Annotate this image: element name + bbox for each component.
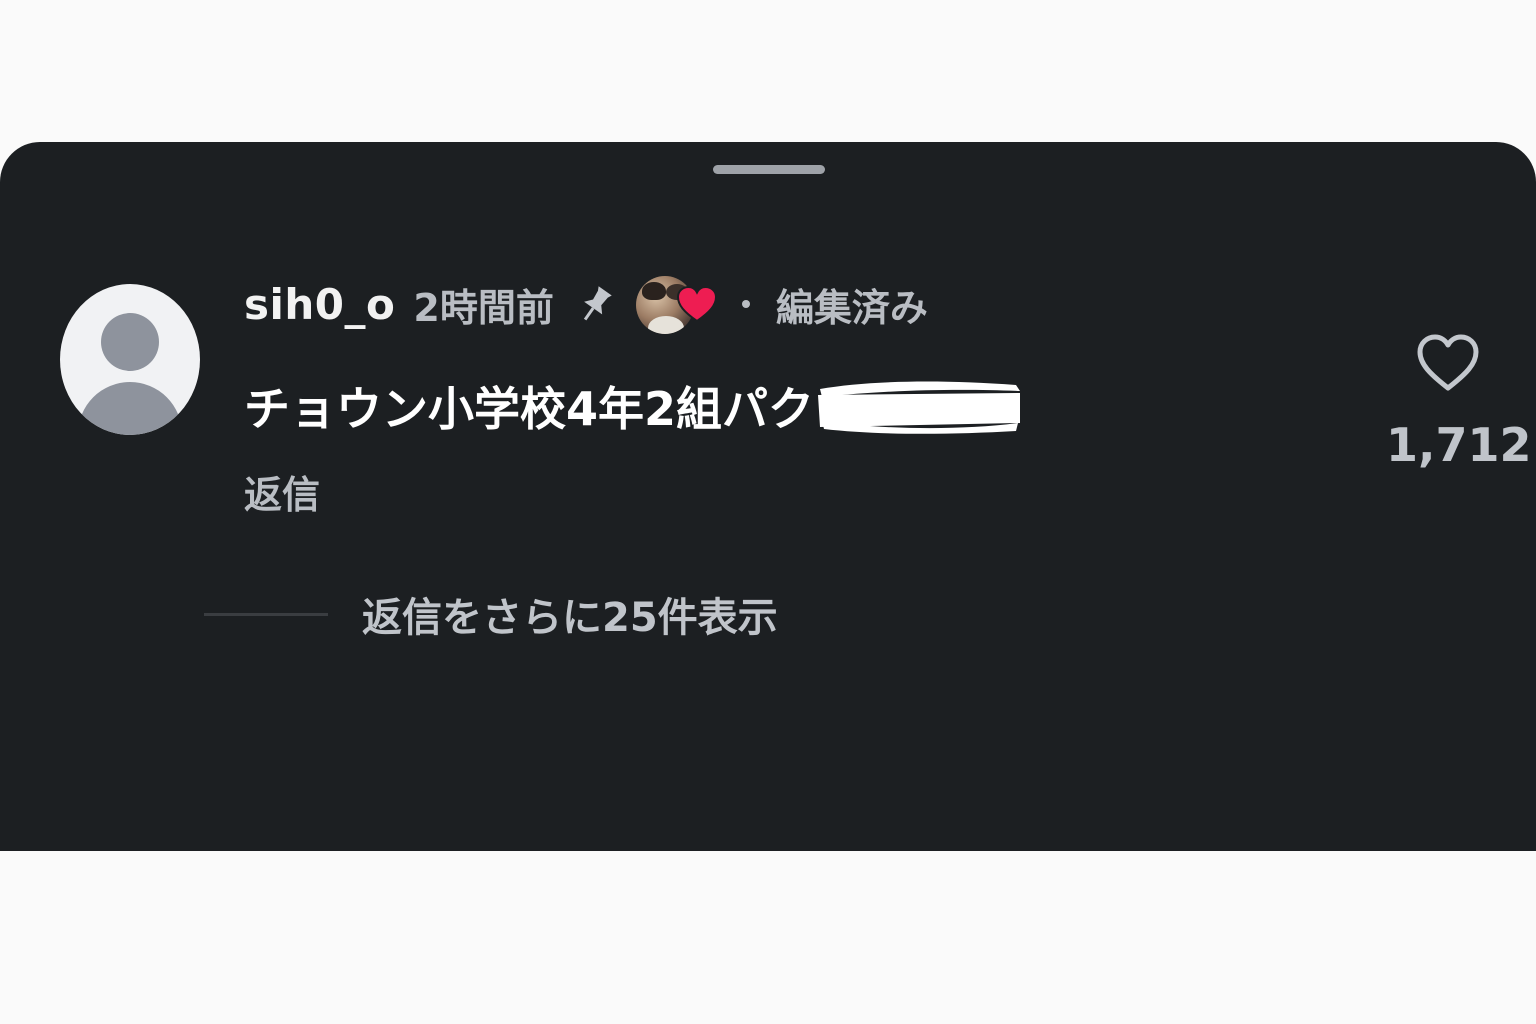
redaction-scribble bbox=[816, 377, 1022, 435]
comment-meta: sih0_o 2時間前 編集済み bbox=[244, 270, 928, 338]
timestamp: 2時間前 bbox=[413, 285, 554, 330]
avatar-body bbox=[78, 382, 182, 435]
heart-icon[interactable] bbox=[1416, 332, 1480, 396]
drag-handle[interactable] bbox=[713, 165, 825, 174]
heart-badge-icon bbox=[676, 284, 718, 326]
separator-dot bbox=[741, 300, 750, 308]
comment-text: チョウン小学校4年2組パク bbox=[244, 382, 815, 436]
edited-label: 編集済み bbox=[775, 285, 928, 330]
view-more-replies-label[interactable]: 返信をさらに25件表示 bbox=[362, 585, 778, 643]
reply-button[interactable]: 返信 bbox=[244, 464, 320, 519]
comment-body: チョウン小学校4年2組パク bbox=[244, 370, 1022, 442]
like-area: 1,712 bbox=[1386, 332, 1532, 482]
user-avatar[interactable] bbox=[60, 284, 200, 435]
page: sih0_o 2時間前 編集済み チョウン小学校4年2組パク 返信 返信をさらに… bbox=[0, 0, 1536, 1024]
view-more-replies[interactable]: 返信をさらに25件表示 bbox=[204, 584, 778, 644]
replies-divider bbox=[204, 612, 328, 616]
like-count: 1,712 bbox=[1386, 418, 1532, 472]
comments-sheet: sih0_o 2時間前 編集済み チョウン小学校4年2組パク 返信 返信をさらに… bbox=[0, 142, 1536, 851]
pin-icon bbox=[576, 282, 616, 326]
avatar-head bbox=[101, 313, 159, 371]
username[interactable]: sih0_o bbox=[244, 280, 395, 329]
creator-liked-badge bbox=[635, 272, 718, 336]
